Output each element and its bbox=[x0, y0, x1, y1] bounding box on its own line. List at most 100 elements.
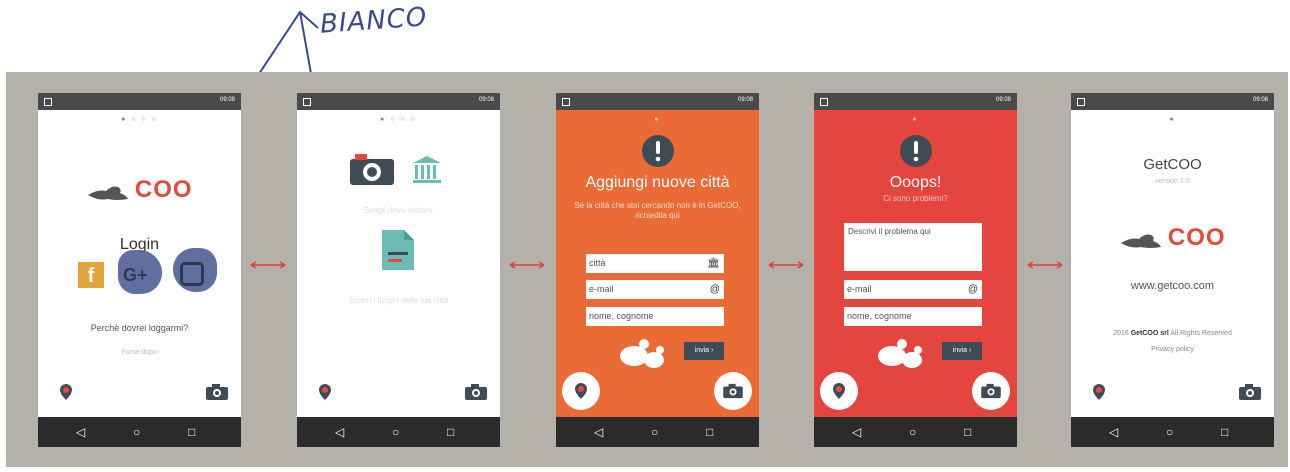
logo: COO bbox=[1071, 224, 1274, 253]
map-pin-icon[interactable] bbox=[1091, 383, 1107, 401]
phone-add-city: 09:08 ● Aggiungi nuove città Se la città… bbox=[556, 93, 759, 447]
home-icon[interactable]: ○ bbox=[392, 425, 399, 439]
android-nav-bar: ◁ ○ □ bbox=[814, 417, 1017, 447]
recents-icon[interactable]: □ bbox=[1221, 425, 1228, 439]
send-button[interactable]: invia › bbox=[942, 342, 982, 360]
android-nav-bar: ◁ ○ □ bbox=[38, 417, 241, 447]
website-link[interactable]: www.getcoo.com bbox=[1071, 280, 1274, 292]
android-nav-bar: ◁ ○ □ bbox=[1071, 417, 1274, 447]
status-bar: 09:08 bbox=[297, 93, 500, 110]
add-city-subtitle: Se la città che stai cercando non è in G… bbox=[574, 201, 741, 220]
pigeon-icon bbox=[1121, 234, 1162, 248]
about-screen: ● GetCOO version 1.0 COO www.getcoo.com … bbox=[1071, 110, 1274, 417]
why-login-link[interactable]: Perchè dovrei loggarmi? bbox=[38, 323, 241, 333]
pigeon-icon bbox=[88, 186, 129, 200]
status-bar: 09:08 bbox=[814, 93, 1017, 110]
add-city-screen: ● Aggiungi nuove città Se la città che s… bbox=[556, 110, 759, 417]
camera-icon bbox=[350, 154, 394, 185]
add-city-title: Aggiungi nuove città bbox=[585, 174, 730, 191]
google-plus-icon[interactable]: G+ bbox=[123, 262, 155, 288]
page-dots: ● bbox=[912, 116, 919, 123]
page-dots: ● bbox=[1169, 116, 1176, 123]
exclamation-icon bbox=[900, 135, 932, 167]
map-pin-icon[interactable] bbox=[317, 383, 333, 401]
name-field[interactable]: nome, cognome bbox=[844, 307, 982, 326]
email-field[interactable]: e-mail @ bbox=[586, 280, 724, 299]
name-field[interactable]: nome, cognome bbox=[586, 307, 724, 326]
skip-link[interactable]: Forse dopo bbox=[38, 349, 241, 356]
home-icon[interactable]: ○ bbox=[909, 425, 916, 439]
android-nav-bar: ◁ ○ □ bbox=[556, 417, 759, 447]
report-problem-screen: ● Ooops! Ci sono problemi? Descrivi il p… bbox=[814, 110, 1017, 417]
museum-icon bbox=[413, 156, 441, 183]
back-icon[interactable]: ◁ bbox=[852, 425, 861, 439]
flow-arrow bbox=[1027, 261, 1063, 269]
page-dots: ● ○ ○ ○ bbox=[380, 116, 417, 123]
send-button[interactable]: invia › bbox=[684, 342, 724, 360]
email-field[interactable]: e-mail @ bbox=[844, 280, 982, 299]
rights-text: All Rights Reserved bbox=[1170, 330, 1232, 337]
logo-text: COO bbox=[1167, 224, 1226, 251]
map-pin-button[interactable] bbox=[562, 372, 600, 410]
camera-icon bbox=[723, 383, 743, 399]
recents-icon[interactable]: □ bbox=[188, 425, 195, 439]
back-icon[interactable]: ◁ bbox=[594, 425, 603, 439]
back-icon[interactable]: ◁ bbox=[76, 425, 85, 439]
privacy-link[interactable]: Privacy policy bbox=[1071, 346, 1274, 353]
camera-icon[interactable] bbox=[1238, 383, 1262, 401]
login-screen: ● ○ ○ ○ COO Login f G+ Perchè dovrei log… bbox=[38, 110, 241, 417]
camera-button[interactable] bbox=[714, 372, 752, 410]
recents-icon[interactable]: □ bbox=[447, 425, 454, 439]
pigeons-illustration bbox=[878, 339, 922, 368]
phone-onboarding: 09:08 ● ○ ○ ○ Scegli dove visitare Scopr… bbox=[297, 93, 500, 447]
facebook-icon[interactable]: f bbox=[78, 262, 104, 288]
copyright-year: 2016 bbox=[1113, 330, 1129, 337]
map-pin-icon[interactable] bbox=[58, 383, 74, 401]
app-name: GetCOO bbox=[1143, 156, 1202, 173]
status-bar: 09:08 bbox=[38, 93, 241, 110]
phone-login: 09:08 ● ○ ○ ○ COO Login f G+ Perchè dovr… bbox=[38, 93, 241, 447]
status-bar: 09:08 bbox=[1071, 93, 1274, 110]
logo-text: COO bbox=[134, 176, 193, 203]
pigeons-illustration bbox=[620, 339, 664, 368]
recents-icon[interactable]: □ bbox=[964, 425, 971, 439]
home-icon[interactable]: ○ bbox=[133, 425, 140, 439]
flow-arrow bbox=[768, 261, 804, 269]
annotation-text: BIANCO bbox=[319, 2, 429, 40]
back-icon[interactable]: ◁ bbox=[335, 425, 344, 439]
at-icon: @ bbox=[709, 284, 720, 295]
android-nav-bar: ◁ ○ □ bbox=[297, 417, 500, 447]
city-icon: 🏛 bbox=[707, 258, 720, 269]
map-pin-icon bbox=[575, 383, 587, 399]
phone-about: 09:08 ● GetCOO version 1.0 COO www.getco… bbox=[1071, 93, 1274, 447]
home-icon[interactable]: ○ bbox=[1166, 425, 1173, 439]
logo: COO bbox=[38, 176, 241, 205]
problem-subtitle: Ci sono problemi? bbox=[883, 194, 948, 203]
company-name: GetCOO srl bbox=[1130, 330, 1169, 337]
city-field[interactable]: città 🏛 bbox=[586, 254, 724, 273]
at-icon: @ bbox=[967, 284, 978, 295]
flow-arrow bbox=[509, 261, 545, 269]
back-icon[interactable]: ◁ bbox=[1109, 425, 1118, 439]
camera-icon[interactable] bbox=[205, 383, 229, 401]
home-icon[interactable]: ○ bbox=[651, 425, 658, 439]
flow-arrow bbox=[250, 261, 286, 269]
version-label: version 1.0 bbox=[1155, 178, 1190, 185]
camera-icon[interactable] bbox=[464, 383, 488, 401]
instagram-icon[interactable] bbox=[180, 262, 204, 286]
camera-button[interactable] bbox=[972, 372, 1010, 410]
problem-title: Ooops! bbox=[889, 174, 942, 191]
document-icon bbox=[382, 230, 414, 270]
copyright-line: 2016 GetCOO srl All Rights Reserved bbox=[1071, 330, 1274, 337]
onboarding-screen: ● ○ ○ ○ Scegli dove visitare Scopri i lu… bbox=[297, 110, 500, 417]
onboarding-caption-1: Scegli dove visitare bbox=[364, 206, 433, 215]
map-pin-icon bbox=[833, 383, 845, 399]
problem-textarea[interactable]: Descrivi il problema qui bbox=[844, 223, 982, 271]
phone-report-problem: 09:08 ● Ooops! Ci sono problemi? Descriv… bbox=[814, 93, 1017, 447]
status-bar: 09:08 bbox=[556, 93, 759, 110]
onboarding-caption-2: Scopri i luoghi della tua città bbox=[348, 296, 449, 305]
page-dots: ● ○ ○ ○ bbox=[121, 116, 158, 123]
exclamation-icon bbox=[642, 135, 674, 167]
recents-icon[interactable]: □ bbox=[706, 425, 713, 439]
map-pin-button[interactable] bbox=[820, 372, 858, 410]
